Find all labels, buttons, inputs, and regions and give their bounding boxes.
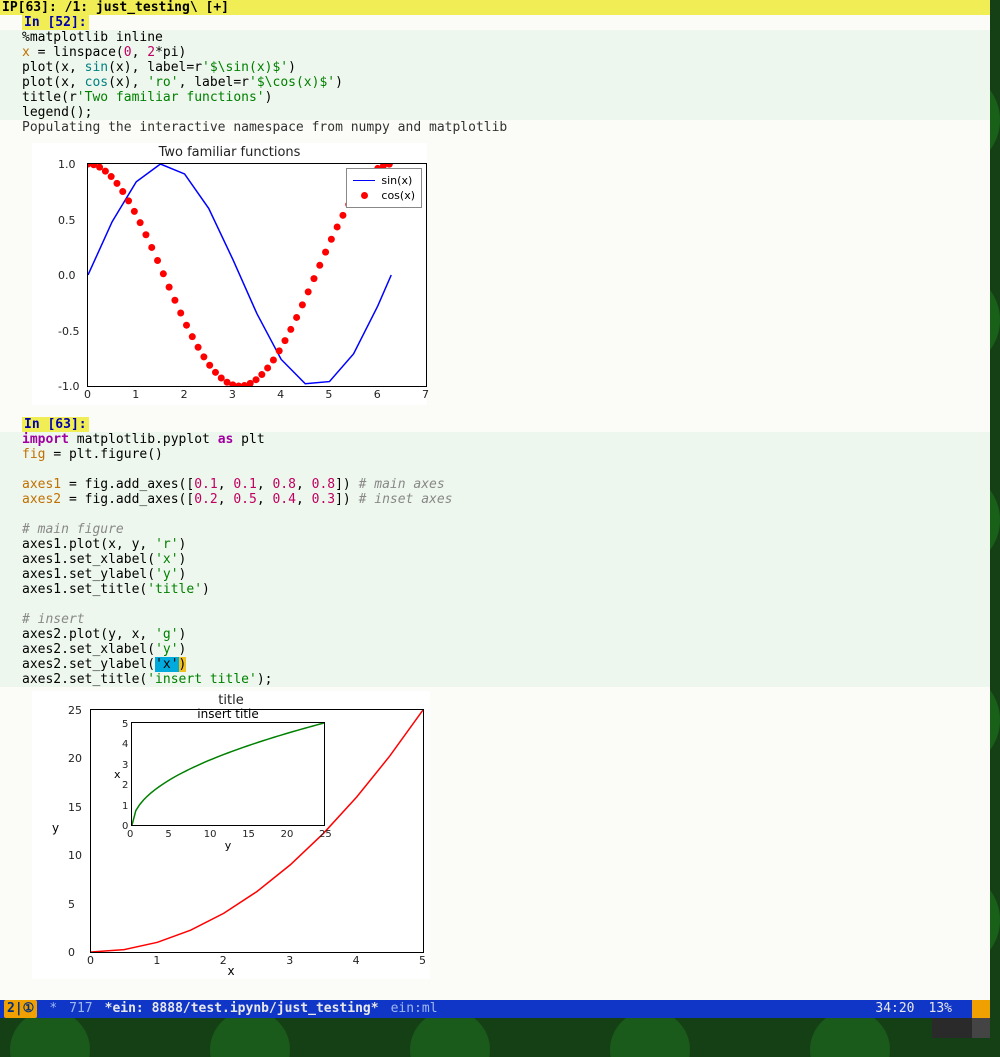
legend-label: cos(x) [381,188,415,203]
cell-prompt: In [52]: [22,15,89,30]
scroll-percent: 13% [929,1000,952,1018]
modified-indicator: * [49,1000,57,1018]
code-cell-2[interactable]: import matplotlib.pyplot as plt fig = pl… [0,432,990,687]
code-line: %matplotlib inline [22,30,163,45]
major-mode: ein:ml [391,1000,438,1018]
chart-ylabel: y [52,821,59,836]
chart-two-familiar-functions: Two familiar functions sin(x) cos(x) -1.… [32,143,427,405]
inset-axes: insert title 0123450510152025 x y [131,722,325,826]
code-cell-1[interactable]: %matplotlib inline x = linspace(0, 2*pi)… [0,30,990,120]
cursor-position: 34:20 [875,1000,914,1018]
window-number-badge: 2|① [4,1000,37,1018]
plot-area: sin(x) cos(x) [87,163,427,387]
frame-titlebar: IP[63]: /1: just_testing\ [+] [0,0,990,15]
modeline-end-icon [972,1000,990,1018]
chart-xlabel: x [32,964,430,979]
cell-prompt: In [63]: [22,417,89,432]
chart-title-inset: title insert title 0123450510152025 x y … [32,691,430,979]
notebook-buffer[interactable]: In [52]: %matplotlib inline x = linspace… [0,15,990,1000]
plot-area: insert title 0123450510152025 x y [90,709,424,953]
legend-dot-icon [353,192,375,199]
buffer-name: *ein: 8888/test.ipynb/just_testing* [105,1000,379,1018]
legend-line-icon [353,180,375,181]
inset-svg [132,723,324,825]
chart-legend: sin(x) cos(x) [346,168,422,208]
inset-ylabel: x [114,767,121,782]
minibuffer-area[interactable] [0,1018,990,1038]
emacs-frame: IP[63]: /1: just_testing\ [+] In [52]: %… [0,0,990,1038]
inset-xlabel: y [132,838,324,853]
line-number: 717 [69,1000,92,1018]
chart-title: title [32,693,430,708]
legend-label: sin(x) [381,173,412,188]
text-cursor: ) [179,657,187,672]
cell-output-text: Populating the interactive namespace fro… [0,120,990,135]
resize-handle-icon[interactable] [932,1018,990,1038]
inset-title: insert title [132,707,324,722]
chart-title: Two familiar functions [32,145,427,160]
modeline[interactable]: 2|① * 717 *ein: 8888/test.ipynb/just_tes… [0,1000,990,1018]
